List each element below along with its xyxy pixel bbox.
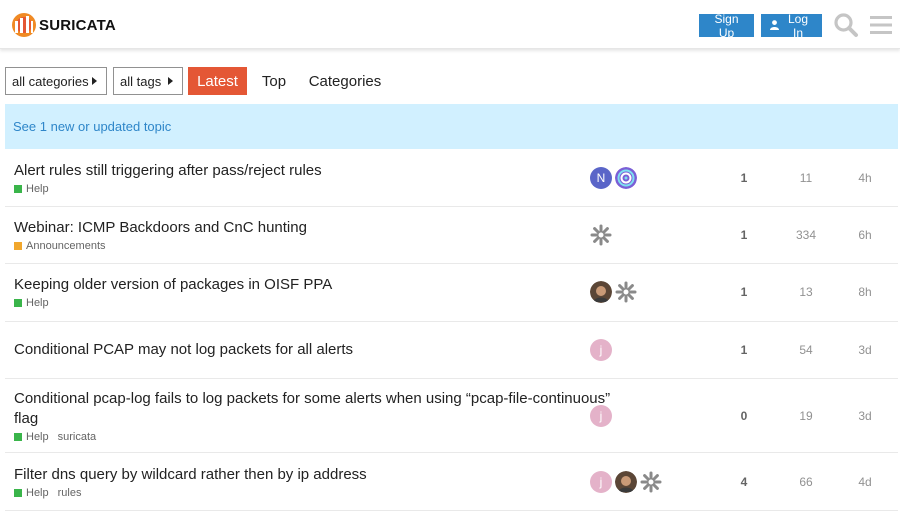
- activity-time[interactable]: 6h: [850, 228, 880, 242]
- category-color-swatch: [14, 432, 22, 441]
- reply-count: 1: [740, 285, 748, 299]
- topic-meta: Announcements: [14, 239, 106, 252]
- category-color-swatch: [14, 488, 22, 497]
- view-count: 54: [799, 343, 813, 357]
- topic-tag[interactable]: rules: [58, 487, 82, 499]
- caret-right-icon: [168, 77, 173, 85]
- reply-count: 0: [740, 409, 748, 423]
- topic-title-text: Conditional pcap-log fails to log packet…: [14, 390, 611, 407]
- category-color-swatch: [14, 184, 22, 193]
- category-label: Announcements: [26, 239, 106, 252]
- topic-title-text: Webinar: ICMP Backdoors and CnC hunting: [14, 219, 307, 236]
- reply-count: 1: [740, 343, 748, 357]
- site-header: SURICATA Sign Up Log In: [0, 0, 900, 49]
- category-color-swatch: [14, 298, 22, 307]
- topic-row: Conditional pcap-log fails to log packet…: [5, 379, 898, 453]
- suricata-logo-icon: [10, 12, 38, 38]
- topic-posters: j: [590, 405, 615, 427]
- topic-posters: j: [590, 471, 665, 493]
- topic-meta: Help suricata: [14, 430, 96, 443]
- topic-title[interactable]: Conditional PCAP may not log packets for…: [14, 340, 353, 360]
- category-badge[interactable]: Help: [14, 183, 49, 195]
- view-count: 19: [799, 409, 813, 423]
- activity-time[interactable]: 4d: [850, 475, 880, 489]
- log-in-button[interactable]: Log In: [761, 11, 822, 40]
- reply-count: 4: [740, 475, 748, 489]
- sign-up-button[interactable]: Sign Up: [699, 12, 754, 40]
- view-count: 66: [799, 475, 813, 489]
- category-color-swatch: [14, 241, 22, 250]
- reply-count: 1: [740, 171, 748, 185]
- category-label: Help: [26, 182, 49, 195]
- category-badge[interactable]: Announcements: [14, 240, 106, 252]
- topic-title[interactable]: Keeping older version of packages in OIS…: [14, 275, 332, 295]
- topic-posters: j: [590, 339, 615, 361]
- topic-title[interactable]: Filter dns query by wildcard rather then…: [14, 465, 367, 485]
- user-icon: [770, 19, 779, 33]
- user-photo-avatar[interactable]: [590, 281, 612, 303]
- spiral-avatar-icon[interactable]: [615, 167, 637, 189]
- new-topics-banner[interactable]: See 1 new or updated topic: [5, 104, 898, 149]
- user-avatar[interactable]: j: [590, 339, 612, 361]
- category-badge[interactable]: Help: [14, 297, 49, 309]
- activity-time[interactable]: 8h: [850, 285, 880, 299]
- tags-dropdown-label: all tags: [120, 73, 162, 89]
- user-photo-avatar[interactable]: [615, 471, 637, 493]
- user-avatar[interactable]: N: [590, 167, 612, 189]
- topic-title-text: flag: [14, 410, 39, 427]
- topic-posters: N: [590, 167, 640, 189]
- hamburger-icon[interactable]: [868, 12, 894, 38]
- tab-latest[interactable]: Latest: [188, 67, 247, 95]
- topic-row: Filter dns query by wildcard rather then…: [5, 453, 898, 511]
- topic-row: Conditional PCAP may not log packets for…: [5, 322, 898, 379]
- topic-meta: Help: [14, 296, 49, 309]
- topic-posters: [590, 224, 615, 246]
- reply-count: 1: [740, 228, 748, 242]
- topic-meta: Help: [14, 182, 49, 195]
- activity-time[interactable]: 3d: [850, 409, 880, 423]
- site-logo[interactable]: SURICATA: [10, 12, 116, 38]
- topic-meta: Help rules: [14, 486, 81, 499]
- caret-right-icon: [92, 77, 97, 85]
- log-in-label: Log In: [787, 11, 809, 40]
- topic-row: Keeping older version of packages in OIS…: [5, 264, 898, 322]
- topic-title-text: Alert rules still triggering after pass/…: [14, 162, 322, 179]
- activity-time[interactable]: 4h: [850, 171, 880, 185]
- activity-time[interactable]: 3d: [850, 343, 880, 357]
- gear-avatar-icon[interactable]: [615, 281, 637, 303]
- categories-dropdown[interactable]: all categories: [5, 67, 107, 95]
- topic-title-text: Filter dns query by wildcard rather then…: [14, 466, 367, 483]
- topic-title[interactable]: Webinar: ICMP Backdoors and CnC hunting: [14, 218, 307, 238]
- category-badge[interactable]: Help: [14, 431, 49, 443]
- view-count: 334: [795, 228, 817, 242]
- tab-top[interactable]: Top: [257, 67, 291, 95]
- topic-tag[interactable]: suricata: [58, 431, 97, 443]
- topic-posters: [590, 281, 640, 303]
- user-avatar[interactable]: j: [590, 405, 612, 427]
- gear-avatar-icon[interactable]: [590, 224, 612, 246]
- category-label: Help: [26, 296, 49, 309]
- new-topics-banner-text: See 1 new or updated topic: [13, 119, 172, 134]
- topic-row: Alert rules still triggering after pass/…: [5, 150, 898, 207]
- logo-text: SURICATA: [39, 16, 116, 34]
- topic-title[interactable]: Alert rules still triggering after pass/…: [14, 161, 322, 181]
- category-label: Help: [26, 486, 49, 499]
- view-count: 11: [799, 171, 813, 185]
- topic-title[interactable]: Conditional pcap-log fails to log packet…: [14, 389, 610, 429]
- topic-row: Webinar: ICMP Backdoors and CnC hunting A…: [5, 207, 898, 264]
- categories-dropdown-label: all categories: [12, 73, 89, 89]
- gear-avatar-icon[interactable]: [640, 471, 662, 493]
- topic-title-text: Keeping older version of packages in OIS…: [14, 276, 333, 293]
- user-avatar[interactable]: j: [590, 471, 612, 493]
- view-count: 13: [799, 285, 813, 299]
- category-badge[interactable]: Help: [14, 487, 49, 499]
- category-label: Help: [26, 430, 49, 443]
- search-icon[interactable]: [833, 12, 859, 38]
- tags-dropdown[interactable]: all tags: [113, 67, 183, 95]
- topic-title-text: Conditional PCAP may not log packets for…: [14, 341, 354, 358]
- tab-categories[interactable]: Categories: [307, 67, 383, 95]
